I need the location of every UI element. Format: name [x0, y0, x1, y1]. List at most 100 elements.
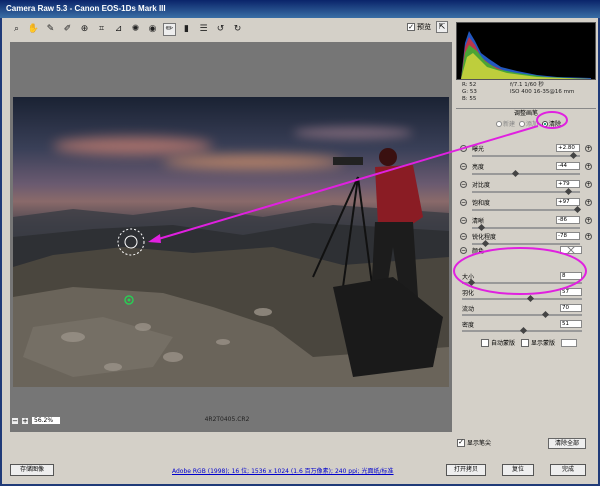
decrease-icon[interactable]: −	[460, 163, 467, 170]
tool-bar: ⌕ ✋ ✎ ✐ ⊕ ⌗ ⊿ ✺ ◉ ✏ ▮ ☰ ↺ ↻	[2, 20, 454, 38]
graduated-filter-icon[interactable]: ▮	[180, 23, 193, 36]
slider-thumb[interactable]	[527, 294, 535, 303]
increase-icon[interactable]: +	[585, 217, 592, 224]
brush-value[interactable]: 8	[560, 272, 582, 280]
open-copy-button[interactable]: 打开拷贝	[446, 464, 486, 476]
brush-value[interactable]: 70	[560, 304, 582, 312]
adjust-slider[interactable]	[472, 239, 580, 248]
decrease-icon[interactable]: −	[460, 217, 467, 224]
adjust-row: − 曝光 +2.80 +	[460, 144, 592, 161]
exposure-info: f/7.1 1/60 秒	[510, 82, 544, 88]
adjust-value[interactable]: -44	[556, 162, 580, 170]
histogram	[456, 22, 596, 80]
decrease-icon[interactable]: −	[460, 199, 467, 206]
brush-slider[interactable]	[462, 310, 582, 319]
adjust-value[interactable]: +97	[556, 198, 580, 206]
adjust-slider[interactable]	[472, 205, 581, 214]
brush-slider[interactable]	[462, 326, 582, 335]
adjust-slider[interactable]	[472, 169, 580, 178]
brush-value[interactable]: 51	[560, 320, 582, 328]
hand-icon[interactable]: ✋	[27, 23, 40, 36]
slider-thumb[interactable]	[520, 326, 528, 335]
slider-thumb[interactable]	[569, 151, 577, 160]
preferences-icon[interactable]: ☰	[197, 23, 210, 36]
save-image-button[interactable]: 存储图像	[10, 464, 54, 476]
mask-color-swatch[interactable]	[561, 338, 578, 347]
preview-toggle[interactable]: ✓ 预览	[407, 22, 431, 32]
straighten-icon[interactable]: ⊿	[112, 23, 125, 36]
slider-thumb[interactable]	[511, 169, 519, 178]
increase-icon[interactable]: +	[585, 233, 592, 240]
landscape-scene	[13, 148, 449, 387]
adjust-row: − 清晰 -86 +	[460, 216, 592, 233]
iso-info: ISO 400 16-35@16 mm	[510, 89, 575, 95]
brush-setting-row: 大小 8	[460, 272, 592, 287]
adjust-value[interactable]: -78	[556, 232, 580, 240]
decrease-icon[interactable]: −	[460, 181, 467, 188]
decrease-icon[interactable]: −	[460, 233, 467, 240]
show-pins-toggle[interactable]: ✓ 显示笔尖	[457, 438, 491, 447]
brush-label: 羽化	[462, 290, 475, 297]
color-sampler-icon[interactable]: ✐	[61, 23, 74, 36]
adjust-label: 饱和度	[472, 200, 491, 207]
decrease-icon[interactable]: −	[460, 145, 467, 152]
adjust-slider[interactable]	[472, 187, 580, 196]
rotate-left-icon[interactable]: ↺	[214, 23, 227, 36]
red-eye-icon[interactable]: ◉	[146, 23, 159, 36]
adjust-slider[interactable]	[472, 151, 580, 160]
color-swatch[interactable]	[560, 246, 582, 254]
spot-removal-icon[interactable]: ✺	[129, 23, 142, 36]
preview-label: 预览	[417, 23, 431, 31]
target-adjust-icon[interactable]: ⊕	[78, 23, 91, 36]
mask-options: 自动蒙版 显示蒙版	[481, 338, 578, 347]
rotate-right-icon[interactable]: ↻	[231, 23, 244, 36]
show-mask-toggle[interactable]: 显示蒙版	[521, 338, 555, 347]
brush-slider[interactable]	[462, 294, 582, 303]
brush-setting-row: 羽化 57	[460, 288, 592, 303]
adjust-label: 清晰	[472, 218, 485, 225]
brush-slider[interactable]	[462, 278, 582, 287]
auto-mask-toggle[interactable]: 自动蒙版	[481, 338, 515, 347]
workflow-options-link[interactable]: Adobe RGB (1998); 16 位; 1536 x 1024 (1.6…	[172, 466, 394, 475]
color-row: − 颜色	[460, 246, 592, 263]
slider-thumb[interactable]	[564, 187, 572, 196]
show-pins-label: 显示笔尖	[467, 440, 492, 447]
adjust-value[interactable]: -86	[556, 216, 580, 224]
r-value: R: 52	[462, 82, 477, 88]
bottom-bar: 存储图像 Adobe RGB (1998); 16 位; 1536 x 1024…	[2, 460, 598, 482]
crop-icon[interactable]: ⌗	[95, 23, 108, 36]
white-balance-icon[interactable]: ✎	[44, 23, 57, 36]
done-button[interactable]: 完成	[550, 464, 586, 476]
increase-icon[interactable]: +	[585, 181, 592, 188]
brush-label: 流动	[462, 306, 475, 313]
reset-button[interactable]: 复位	[502, 464, 534, 476]
increase-icon[interactable]: +	[585, 199, 592, 206]
adjustment-brush-icon[interactable]: ✏	[163, 22, 176, 36]
camera-info: R: 52 G: 53 B: 55 f/7.1 1/60 秒 ISO 400 1…	[456, 82, 596, 104]
mode-erase[interactable]: 清除	[542, 119, 561, 128]
adjust-label: 亮度	[472, 164, 485, 171]
histogram-graph	[461, 31, 591, 79]
increase-icon[interactable]: +	[585, 145, 592, 152]
preview-checkbox[interactable]: ✓	[407, 23, 415, 31]
g-value: G: 53	[462, 89, 477, 95]
file-name: 4R2T0405.CR2	[204, 416, 250, 423]
preview-canvas[interactable]	[10, 42, 452, 432]
color-minus-icon[interactable]: −	[460, 247, 467, 254]
brush-value[interactable]: 57	[560, 288, 582, 296]
slider-thumb[interactable]	[478, 223, 486, 232]
window-title: Camera Raw 5.3 - Canon EOS-1Ds Mark III	[0, 0, 600, 18]
clear-all-button[interactable]: 清除全部	[548, 438, 586, 449]
adjust-label: 对比度	[472, 182, 491, 189]
zoom-icon[interactable]: ⌕	[10, 23, 23, 36]
photo-preview[interactable]	[13, 97, 449, 387]
mode-add[interactable]: 添加	[519, 119, 538, 128]
show-pins-checkbox[interactable]: ✓	[457, 438, 465, 447]
slider-thumb[interactable]	[542, 310, 550, 319]
adjust-slider[interactable]	[472, 223, 580, 232]
mode-new[interactable]: 新建	[496, 119, 515, 128]
adjust-value[interactable]: +2.80	[556, 144, 580, 152]
slider-thumb[interactable]	[573, 205, 581, 214]
increase-icon[interactable]: +	[585, 163, 592, 170]
fullscreen-icon[interactable]: ⇱	[436, 21, 448, 33]
